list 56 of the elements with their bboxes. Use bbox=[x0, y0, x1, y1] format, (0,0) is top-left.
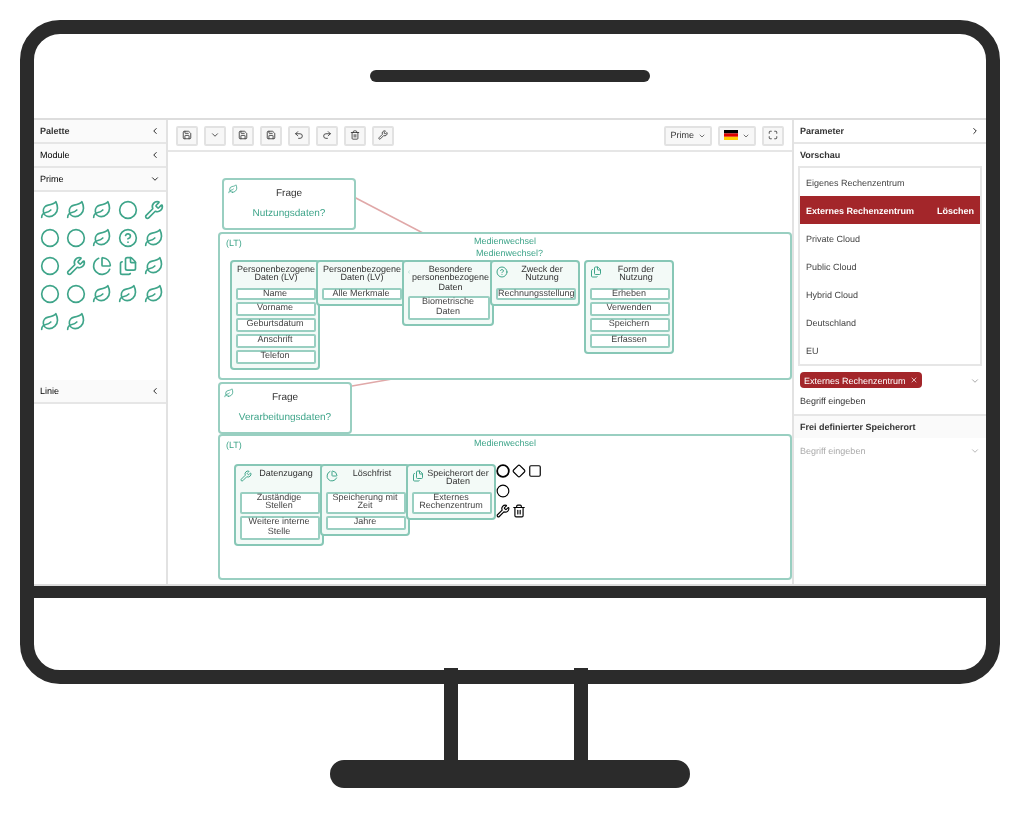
shape-icon[interactable] bbox=[118, 256, 138, 276]
shape-icon[interactable] bbox=[144, 200, 164, 220]
save-button[interactable] bbox=[260, 125, 282, 145]
node-icon bbox=[239, 469, 251, 481]
shape-icon[interactable] bbox=[144, 256, 164, 276]
leaf-icon bbox=[224, 388, 234, 398]
collapse-icon[interactable] bbox=[150, 126, 160, 136]
trash-icon[interactable] bbox=[512, 504, 526, 518]
save-button[interactable] bbox=[232, 125, 254, 145]
shape-icon[interactable] bbox=[118, 200, 138, 220]
save-icon bbox=[238, 130, 248, 140]
language-dropdown[interactable] bbox=[718, 125, 756, 145]
shape-icon[interactable] bbox=[92, 284, 112, 304]
shape-icon[interactable] bbox=[92, 228, 112, 248]
shape-icon[interactable] bbox=[118, 228, 138, 248]
diamond-icon[interactable] bbox=[512, 464, 526, 478]
expand-icon[interactable] bbox=[970, 126, 980, 136]
wrench-icon[interactable] bbox=[496, 504, 510, 518]
redo-icon bbox=[322, 130, 332, 140]
caret-icon[interactable] bbox=[970, 375, 980, 385]
shape-icon[interactable] bbox=[144, 228, 164, 248]
square-icon[interactable] bbox=[528, 464, 542, 478]
node-icon bbox=[495, 265, 507, 277]
chevron-icon[interactable] bbox=[150, 386, 160, 396]
delete-button[interactable] bbox=[344, 125, 366, 145]
shape-icon[interactable] bbox=[66, 312, 86, 332]
circle-icon[interactable] bbox=[496, 464, 510, 478]
chevron-icon[interactable] bbox=[150, 174, 160, 184]
save-button[interactable] bbox=[176, 125, 198, 145]
trash-icon bbox=[350, 130, 360, 140]
node-icon bbox=[589, 265, 601, 277]
fullscreen-icon bbox=[768, 130, 778, 140]
caret-icon bbox=[210, 130, 220, 140]
wrench-icon bbox=[378, 130, 388, 140]
shape-icon[interactable] bbox=[66, 200, 86, 220]
shape-icon[interactable] bbox=[92, 200, 112, 220]
save-icon bbox=[182, 130, 192, 140]
shape-icon[interactable] bbox=[118, 284, 138, 304]
redo-button[interactable] bbox=[316, 125, 338, 145]
caret-icon bbox=[970, 446, 980, 456]
shape-icon[interactable] bbox=[66, 256, 86, 276]
node-icon bbox=[411, 469, 423, 481]
undo-icon bbox=[294, 130, 304, 140]
save-icon bbox=[266, 130, 276, 140]
wrench-button[interactable] bbox=[372, 125, 394, 145]
undo-button[interactable] bbox=[288, 125, 310, 145]
shape-icon[interactable] bbox=[92, 256, 112, 276]
shape-icon[interactable] bbox=[144, 284, 164, 304]
circle-icon[interactable] bbox=[496, 484, 510, 498]
flag-icon bbox=[724, 130, 738, 140]
chevron-icon[interactable] bbox=[150, 150, 160, 160]
shape-icon[interactable] bbox=[40, 200, 60, 220]
shape-icon[interactable] bbox=[40, 312, 60, 332]
fullscreen-button[interactable] bbox=[762, 125, 784, 145]
leaf-icon bbox=[228, 184, 238, 194]
node-icon bbox=[325, 469, 337, 481]
